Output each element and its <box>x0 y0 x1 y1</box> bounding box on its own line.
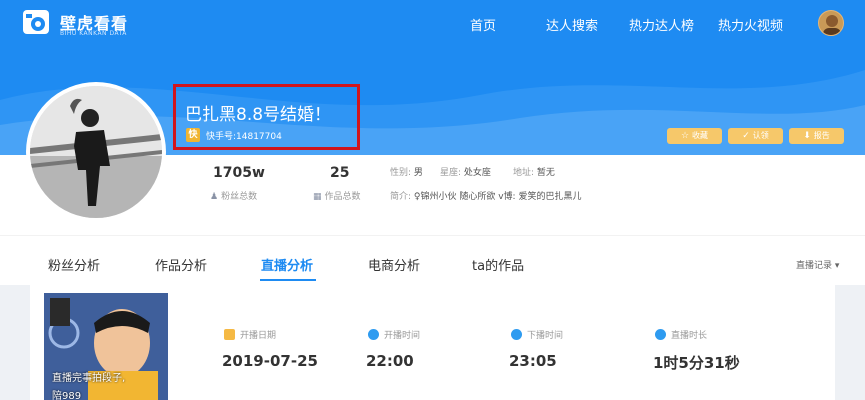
gecko-logo-icon[interactable] <box>22 8 52 38</box>
live-end-time: 23:05 <box>509 352 557 370</box>
region-field: 地址: 暂无 <box>513 168 555 178</box>
logo-subtitle: BIHU KANKAN DATA <box>60 30 127 37</box>
live-start-date-label: 开播日期 <box>224 328 276 341</box>
gender-field: 性别: 男 <box>390 168 423 178</box>
profile-name: 巴扎黑8.8号结婚！ <box>185 105 332 125</box>
bio-field: 简介: ♀锦州小伙 随心所欲 v博: 爱笑的巴扎黑儿 <box>390 192 582 202</box>
live-start-date: 2019-07-25 <box>222 352 318 370</box>
favorite-button[interactable]: ☆ 收藏 <box>667 128 722 144</box>
star-icon: ☆ <box>680 131 690 141</box>
profile-photo <box>30 86 162 218</box>
profile-avatar <box>26 82 166 222</box>
stop-icon <box>511 329 522 340</box>
fans-count: 1705w <box>213 165 265 181</box>
works-count: 25 <box>330 165 350 181</box>
clock-icon <box>655 329 666 340</box>
nav-hot-videos[interactable]: 热力火视频 <box>718 15 783 34</box>
works-icon: ▦ <box>313 192 322 202</box>
works-label: ▦ 作品总数 <box>313 192 361 202</box>
report-button[interactable]: ⬇ 报告 <box>789 128 844 144</box>
live-thumbnail-caption: 直播完事拍段子, <box>52 373 126 384</box>
tab-fans-analysis[interactable]: 粉丝分析 <box>48 255 100 274</box>
user-avatar[interactable] <box>818 10 844 36</box>
claim-label: 认领 <box>752 131 769 140</box>
zodiac-field: 星座: 处女座 <box>440 168 491 178</box>
live-start-time-label: 开播时间 <box>368 328 420 341</box>
live-start-time: 22:00 <box>366 352 414 370</box>
favorite-label: 收藏 <box>692 131 709 140</box>
top-nav: 壁虎看看 BIHU KANKAN DATA 首页 达人搜索 热力达人榜 热力火视… <box>0 0 865 46</box>
fans-label: ♟ 粉丝总数 <box>210 192 258 202</box>
live-duration-label: 直播时长 <box>655 328 707 341</box>
report-label: 报告 <box>813 131 830 140</box>
users-icon: ♟ <box>210 192 219 202</box>
shield-check-icon: ✓ <box>742 131 750 141</box>
active-tab-indicator <box>260 279 316 281</box>
tab-their-works[interactable]: ta的作品 <box>472 255 524 274</box>
live-record-dropdown[interactable]: 直播记录 ▾ <box>796 258 839 271</box>
calendar-icon <box>224 329 235 340</box>
tab-ecommerce-analysis[interactable]: 电商分析 <box>368 255 420 274</box>
kuaishou-icon: 快 <box>186 128 200 142</box>
analysis-tabs <box>0 235 865 285</box>
live-thumbnail-caption-2: 陪989 <box>52 391 82 400</box>
live-duration: 1时5分31秒 <box>653 354 740 372</box>
nav-home[interactable]: 首页 <box>470 15 496 34</box>
tab-live-analysis[interactable]: 直播分析 <box>261 255 313 274</box>
kuaishou-id: 快手号:14817704 <box>206 132 282 142</box>
nav-hot-influencer-rank[interactable]: 热力达人榜 <box>629 15 694 34</box>
claim-button[interactable]: ✓ 认领 <box>728 128 783 144</box>
tab-works-analysis[interactable]: 作品分析 <box>155 255 207 274</box>
play-icon <box>368 329 379 340</box>
nav-influencer-search[interactable]: 达人搜索 <box>546 15 598 34</box>
download-icon: ⬇ <box>803 131 811 141</box>
live-end-time-label: 下播时间 <box>511 328 563 341</box>
